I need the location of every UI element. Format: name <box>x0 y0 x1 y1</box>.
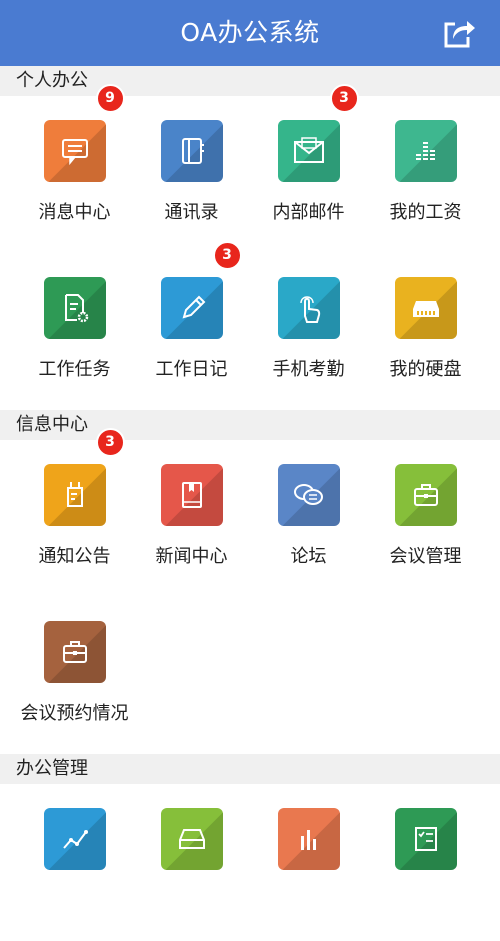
briefcase-icon <box>43 621 106 683</box>
menu-item-label: 工作日记 <box>155 359 228 380</box>
menu-item-label: 消息中心 <box>38 202 111 223</box>
menu-item-label: 通知公告 <box>38 546 111 567</box>
menu-item-attendance[interactable]: 手机考勤 <box>250 253 367 410</box>
menu-item-label: 论坛 <box>290 546 327 567</box>
menu-item-label: 新闻中心 <box>155 546 228 567</box>
menu-item-reports[interactable] <box>250 784 367 941</box>
info-center-grid: 3 通知公告 新闻中心 论坛 会议管理 会议预约情况 <box>0 428 500 754</box>
menu-item-work-diary[interactable]: 3 工作日记 <box>133 241 250 410</box>
menu-item-label: 我的硬盘 <box>389 359 462 380</box>
checklist-icon <box>394 808 457 870</box>
section-title: 办公管理 <box>16 758 88 779</box>
task-icon <box>43 277 106 339</box>
touch-icon <box>277 277 340 339</box>
share-icon[interactable] <box>442 15 478 51</box>
address-book-icon <box>160 120 223 182</box>
menu-item-label: 工作任务 <box>38 359 111 380</box>
section-info-center: 信息中心 <box>0 410 500 440</box>
personal-office-grid: 9 消息中心 通讯录 3 内部邮件 我的工资 工作任务 3 工作日记 手机考勤 … <box>0 84 500 410</box>
notice-icon <box>43 464 106 526</box>
menu-item-label: 会议预约情况 <box>20 703 129 724</box>
menu-item-label: 内部邮件 <box>272 202 345 223</box>
unread-badge: 3 <box>95 428 125 457</box>
menu-item-label: 通讯录 <box>164 202 219 223</box>
menu-item-statistics[interactable] <box>16 784 133 941</box>
menu-item-notices[interactable]: 3 通知公告 <box>16 428 133 597</box>
menu-item-label: 我的工资 <box>389 202 462 223</box>
menu-item-label: 手机考勤 <box>272 359 345 380</box>
menu-item-salary[interactable]: 我的工资 <box>367 96 484 253</box>
office-management-grid <box>0 784 500 941</box>
pencil-icon <box>160 277 223 339</box>
menu-item-forum[interactable]: 论坛 <box>250 440 367 597</box>
unread-badge: 9 <box>95 84 125 113</box>
section-title: 个人办公 <box>16 70 88 91</box>
menu-item-contacts[interactable]: 通讯录 <box>133 96 250 253</box>
forum-icon <box>277 464 340 526</box>
mail-icon <box>277 120 340 182</box>
app-header: OA办公系统 <box>0 0 500 66</box>
menu-item-meeting-booking[interactable]: 会议预约情况 <box>16 597 133 754</box>
briefcase-icon <box>394 464 457 526</box>
app-title: OA办公系统 <box>180 18 320 47</box>
menu-item-messages[interactable]: 9 消息中心 <box>16 84 133 253</box>
chart-line-icon <box>43 808 106 870</box>
section-personal-office: 个人办公 <box>0 66 500 96</box>
menu-item-tasks[interactable]: 工作任务 <box>16 253 133 410</box>
menu-item-checklist[interactable] <box>367 784 484 941</box>
news-book-icon <box>160 464 223 526</box>
menu-item-hard-disk[interactable]: 我的硬盘 <box>367 253 484 410</box>
menu-item-internal-mail[interactable]: 3 内部邮件 <box>250 84 367 253</box>
bar-chart-icon <box>277 808 340 870</box>
unread-badge: 3 <box>212 241 242 270</box>
menu-item-meeting-management[interactable]: 会议管理 <box>367 440 484 597</box>
section-title: 信息中心 <box>16 414 88 435</box>
menu-item-inbox-tray[interactable] <box>133 784 250 941</box>
menu-item-news-center[interactable]: 新闻中心 <box>133 440 250 597</box>
menu-item-label: 会议管理 <box>389 546 462 567</box>
unread-badge: 3 <box>329 84 359 113</box>
section-office-management: 办公管理 <box>0 754 500 784</box>
salary-icon <box>394 120 457 182</box>
message-icon <box>43 120 106 182</box>
hard-disk-icon <box>394 277 457 339</box>
tray-icon <box>160 808 223 870</box>
